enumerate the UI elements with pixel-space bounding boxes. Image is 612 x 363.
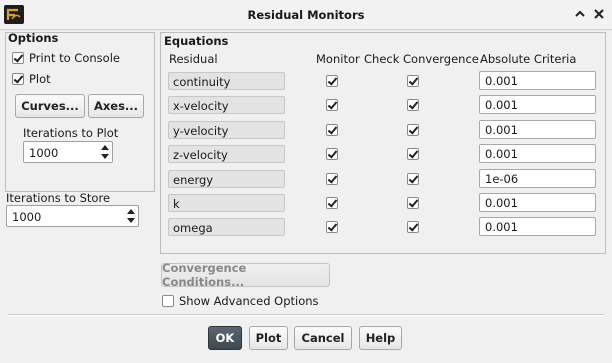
title-bar: Residual Monitors (0, 0, 612, 30)
monitor-checkbox[interactable] (326, 124, 338, 136)
absolute-criteria-input[interactable]: 0.001 (479, 217, 596, 236)
residual-name-field: y-velocity (168, 121, 285, 139)
monitor-checkbox[interactable] (326, 197, 338, 209)
header-monitor: Monitor (316, 52, 360, 66)
absolute-criteria-input[interactable]: 0.001 (479, 95, 596, 114)
absolute-criteria-input[interactable]: 1e-06 (479, 169, 596, 188)
collapse-chevron-icon[interactable] (572, 6, 588, 22)
iterations-to-store-value: 1000 (12, 210, 42, 224)
print-to-console-label: Print to Console (29, 51, 120, 65)
absolute-criteria-input[interactable]: 0.001 (479, 71, 596, 90)
options-title: Options (8, 31, 59, 45)
residual-name-field: continuity (168, 72, 285, 90)
header-residual: Residual (169, 52, 218, 66)
header-absolute-criteria: Absolute Criteria (480, 52, 577, 66)
residual-name-field: k (168, 194, 285, 212)
help-button[interactable]: Help (359, 326, 402, 350)
monitor-checkbox[interactable] (326, 173, 338, 185)
check-convergence-checkbox[interactable] (407, 75, 419, 87)
plot-checkbox[interactable] (12, 73, 24, 85)
monitor-checkbox[interactable] (326, 75, 338, 87)
show-advanced-options-checkbox[interactable] (162, 295, 174, 307)
iterations-to-plot-value: 1000 (29, 146, 59, 160)
check-convergence-checkbox[interactable] (407, 148, 419, 160)
iterations-to-plot-spinbox[interactable]: 1000 (23, 141, 113, 163)
cancel-button[interactable]: Cancel (294, 326, 352, 350)
plot-button[interactable]: Plot (249, 326, 288, 350)
iterations-to-plot-label: Iterations to Plot (23, 126, 119, 140)
footer-separator-highlight (8, 315, 604, 316)
absolute-criteria-input[interactable]: 0.001 (479, 144, 596, 163)
check-convergence-checkbox[interactable] (407, 124, 419, 136)
monitor-checkbox[interactable] (326, 221, 338, 233)
monitor-checkbox[interactable] (326, 148, 338, 160)
header-check-convergence: Check Convergence (364, 52, 479, 66)
print-to-console-checkbox[interactable] (12, 52, 24, 64)
residual-name-field: omega (168, 218, 285, 236)
residual-name-field: x-velocity (168, 96, 285, 114)
check-convergence-checkbox[interactable] (407, 173, 419, 185)
close-icon[interactable] (591, 6, 607, 22)
equations-title: Equations (164, 34, 229, 48)
curves-button[interactable]: Curves... (15, 94, 85, 118)
spin-arrows-icon[interactable] (127, 208, 135, 224)
residual-name-field: energy (168, 170, 285, 188)
check-convergence-checkbox[interactable] (407, 99, 419, 111)
window-title: Residual Monitors (247, 8, 365, 22)
monitor-checkbox[interactable] (326, 99, 338, 111)
absolute-criteria-input[interactable]: 0.001 (479, 193, 596, 212)
residual-name-field: z-velocity (168, 145, 285, 163)
ok-button[interactable]: OK (208, 326, 242, 350)
convergence-conditions-button[interactable]: Convergence Conditions... (161, 261, 330, 289)
iterations-to-store-spinbox[interactable]: 1000 (6, 205, 139, 227)
iterations-to-store-label: Iterations to Store (6, 191, 111, 205)
check-convergence-checkbox[interactable] (407, 197, 419, 209)
show-advanced-options-label: Show Advanced Options (179, 294, 319, 308)
spin-arrows-icon[interactable] (101, 144, 109, 160)
axes-button[interactable]: Axes... (88, 94, 144, 118)
absolute-criteria-input[interactable]: 0.001 (479, 120, 596, 139)
check-convergence-checkbox[interactable] (407, 221, 419, 233)
plot-label: Plot (29, 72, 51, 86)
